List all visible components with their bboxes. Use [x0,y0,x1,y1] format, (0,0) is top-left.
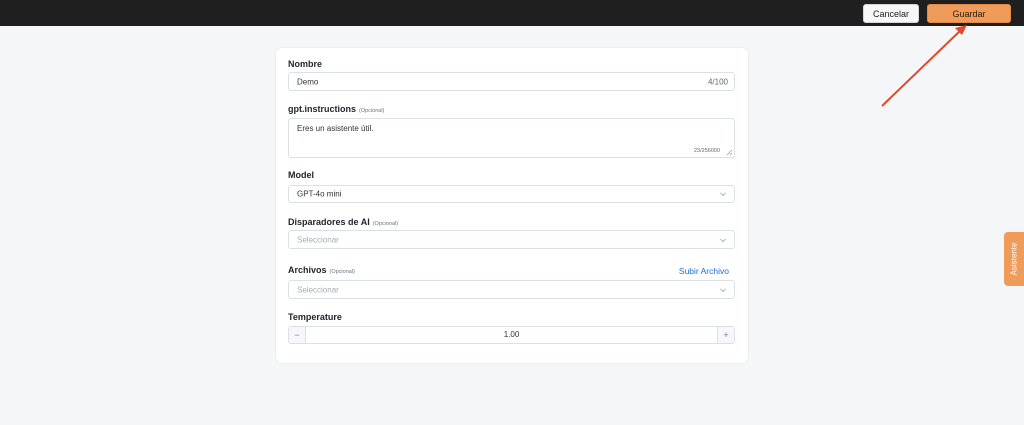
annotation-arrow-icon [881,25,967,107]
